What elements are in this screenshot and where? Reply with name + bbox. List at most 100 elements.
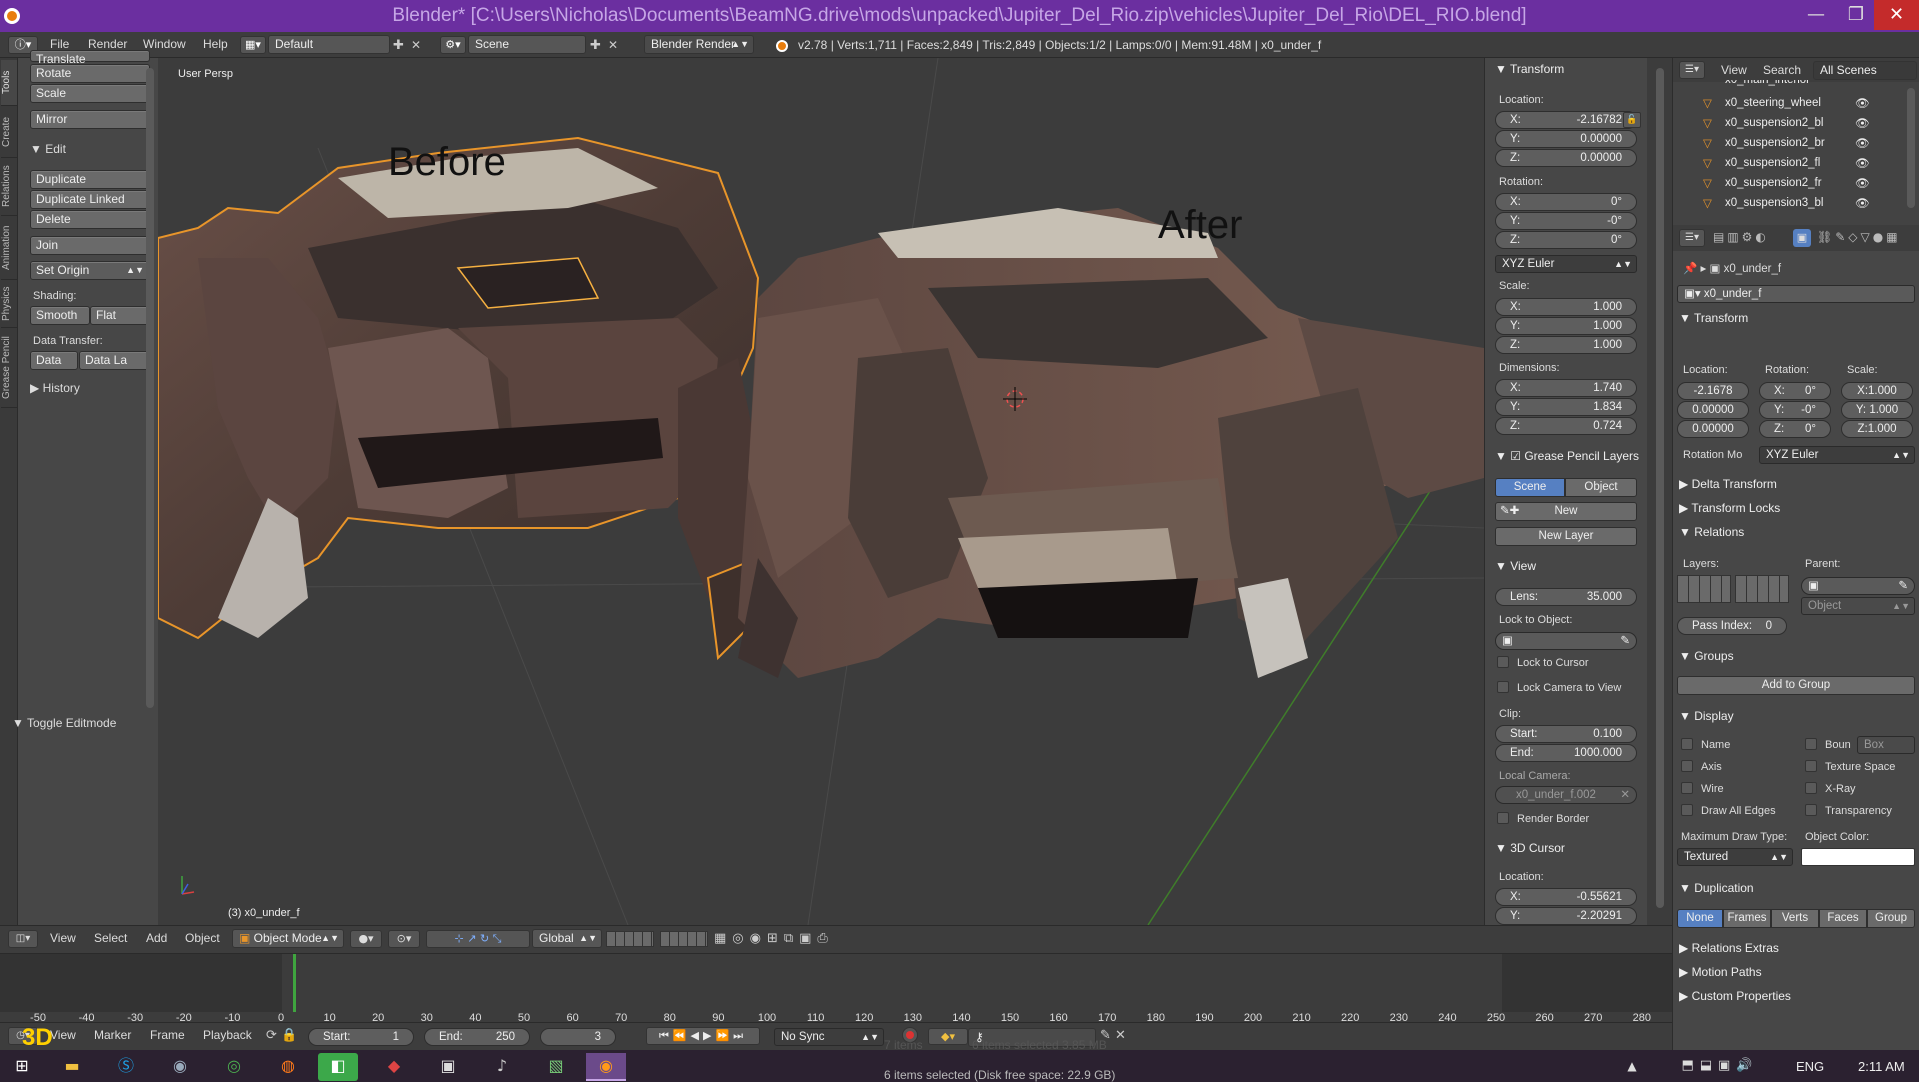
props-rot-x[interactable]: X: 0° — [1759, 382, 1831, 400]
rotation-mode-select[interactable]: XYZ Euler ▲▼ — [1495, 255, 1637, 273]
toggle-editmode-header[interactable]: ▼ Toggle Editmode — [12, 716, 116, 730]
view-panel-header[interactable]: ▼ View — [1495, 559, 1536, 573]
tab-physics[interactable]: Physics — [1, 280, 17, 328]
viewport-shading-icon[interactable]: ●▾ — [350, 930, 382, 948]
history-panel-header[interactable]: ▶ History — [30, 381, 80, 395]
scale-x-field[interactable]: X: 1.000 — [1495, 298, 1637, 316]
outliner-menu-view[interactable]: View — [1721, 63, 1747, 77]
smooth-button[interactable]: Smooth — [30, 306, 90, 325]
outliner-row[interactable]: ▽ x0_steering_wheel 👁 — [1673, 94, 1905, 113]
lock-to-object-field[interactable]: ▣ ✎ — [1495, 632, 1637, 650]
props-loc-x[interactable]: -2.1678 — [1677, 382, 1749, 400]
tab-relations[interactable]: Relations — [1, 158, 17, 216]
lock-to-cursor-checkbox[interactable] — [1497, 656, 1509, 668]
display-bounds-checkbox[interactable] — [1805, 738, 1817, 750]
eyedropper-icon[interactable]: ✎ — [1898, 578, 1908, 594]
dimension-x-field[interactable]: X: 1.740 — [1495, 379, 1637, 397]
sync-select[interactable]: No Sync ▲▼ — [774, 1028, 884, 1046]
mirror-button[interactable]: Mirror — [30, 110, 150, 129]
custom-properties-header[interactable]: ▶ Custom Properties — [1679, 989, 1791, 1003]
join-button[interactable]: Join — [30, 236, 150, 255]
menu-help[interactable]: Help — [203, 37, 228, 51]
bounds-type-select[interactable]: Box — [1857, 736, 1915, 754]
dup-verts-toggle[interactable]: Verts — [1771, 909, 1819, 928]
timeline-menu-playback[interactable]: Playback — [203, 1028, 252, 1042]
props-loc-y[interactable]: 0.00000 — [1677, 401, 1749, 419]
chrome-icon[interactable]: ◎ — [214, 1053, 254, 1081]
timeline[interactable]: -50 -40 -30 -20 -10 0 10 20 30 40 50 60 70 80 90 100 110… — [0, 953, 1672, 1032]
playback-controls[interactable]: ⏮⏪◀▶⏩⏭ — [646, 1027, 760, 1045]
render-border-checkbox[interactable] — [1497, 812, 1509, 824]
layer-buttons-b[interactable] — [660, 931, 708, 947]
current-frame-indicator[interactable] — [293, 954, 296, 1012]
timeline-menu-marker[interactable]: Marker — [94, 1028, 131, 1042]
lens-field[interactable]: Lens: 35.000 — [1495, 588, 1637, 606]
pass-index-field[interactable]: Pass Index: 0 — [1677, 617, 1787, 635]
minimize-button[interactable]: — — [1794, 0, 1838, 30]
gp-scene-toggle[interactable]: Scene — [1495, 478, 1565, 497]
eye-icon[interactable]: 👁 — [1855, 96, 1870, 110]
dup-frames-toggle[interactable]: Frames — [1723, 909, 1771, 928]
grease-pencil-layers-header[interactable]: ▼ ☑ Grease Pencil Layers — [1495, 449, 1639, 463]
tray-icons[interactable]: ⬒⬓▣🔊 — [1650, 1053, 1790, 1081]
manipulator-icons[interactable]: ⊹ ↗ ↻ ⤡ — [426, 930, 530, 948]
outliner-row[interactable]: ▽ x0_suspension2_fl 👁 — [1673, 154, 1905, 173]
dup-faces-toggle[interactable]: Faces — [1819, 909, 1867, 928]
set-origin-select[interactable]: Set Origin ▲▼ — [30, 261, 150, 280]
view3d-editor-icon[interactable]: ◫▾ — [8, 930, 38, 948]
data-transfer-button[interactable]: Data — [30, 351, 78, 370]
render-engine-select[interactable]: Blender Render ▲▼ — [644, 35, 754, 54]
lock-icon[interactable]: 🔓 — [1623, 112, 1641, 128]
texture-space-checkbox[interactable] — [1805, 760, 1817, 772]
add-scene-icon[interactable]: ✚ — [590, 38, 601, 53]
timeline-menu-view[interactable]: View — [50, 1028, 76, 1042]
maximize-button[interactable]: ❐ — [1834, 0, 1878, 30]
current-frame-field[interactable]: 3 — [540, 1028, 616, 1046]
props-rotation-mode-select[interactable]: XYZ Euler ▲▼ — [1759, 446, 1915, 464]
location-y-field[interactable]: Y: 0.00000 — [1495, 130, 1637, 148]
props-rot-z[interactable]: Z: 0° — [1759, 420, 1831, 438]
add-to-group-button[interactable]: Add to Group — [1677, 676, 1915, 695]
properties-context-icons[interactable]: ▤▥⚙◐ — [1713, 230, 1769, 244]
language-indicator[interactable]: ENG — [1796, 1059, 1824, 1074]
rotation-y-field[interactable]: Y: -0° — [1495, 212, 1637, 230]
motion-paths-header[interactable]: ▶ Motion Paths — [1679, 965, 1762, 979]
scene-field[interactable]: Scene — [468, 35, 586, 54]
props-transform-header[interactable]: ▼ Transform — [1679, 311, 1748, 325]
toolshelf-scrollbar[interactable] — [146, 68, 154, 708]
blender-taskbar-icon[interactable]: ◉ — [586, 1053, 626, 1081]
transform-locks-header[interactable]: ▶ Transform Locks — [1679, 501, 1780, 515]
start-frame-field[interactable]: Start: 1 — [308, 1028, 414, 1046]
cursor-y-field[interactable]: Y: -2.20291 — [1495, 907, 1637, 925]
tab-create[interactable]: Create — [1, 106, 17, 158]
duplication-header[interactable]: ▼ Duplication — [1679, 881, 1754, 895]
display-axis-checkbox[interactable] — [1681, 760, 1693, 772]
outliner-row[interactable]: ▽ x0_suspension2_bl 👁 — [1673, 114, 1905, 133]
outliner-editor-icon[interactable]: ☰▾ — [1679, 61, 1705, 79]
display-wire-checkbox[interactable] — [1681, 782, 1693, 794]
3d-cursor-panel-header[interactable]: ▼ 3D Cursor — [1495, 841, 1565, 855]
eye-icon[interactable]: 👁 — [1855, 116, 1870, 130]
media-icon[interactable]: ▣ — [428, 1053, 468, 1081]
timeline-menu-frame[interactable]: Frame — [150, 1028, 185, 1042]
layers-grid-b[interactable] — [1735, 575, 1789, 603]
add-layout-icon[interactable]: ✚ — [393, 38, 404, 53]
object-color-swatch[interactable] — [1801, 848, 1915, 866]
delete-button[interactable]: Delete — [30, 210, 150, 229]
app-icon[interactable]: ◧ — [318, 1053, 358, 1081]
xray-checkbox[interactable] — [1805, 782, 1817, 794]
view3d-menu-add[interactable]: Add — [146, 931, 167, 945]
relations-header[interactable]: ▼ Relations — [1679, 525, 1744, 539]
view3d-menu-select[interactable]: Select — [94, 931, 127, 945]
gp-new-button[interactable]: ✎✚ New — [1495, 502, 1637, 521]
display-header[interactable]: ▼ Display — [1679, 709, 1734, 723]
menu-render[interactable]: Render — [88, 37, 127, 51]
gp-new-layer-button[interactable]: New Layer — [1495, 527, 1637, 546]
local-camera-field[interactable]: x0_under_f.002 ✕ — [1495, 786, 1637, 804]
skype-icon[interactable]: Ⓢ — [106, 1053, 146, 1081]
file-explorer-icon[interactable]: ▬ — [52, 1053, 92, 1081]
location-x-field[interactable]: X: -2.16782 — [1495, 111, 1637, 129]
layer-buttons[interactable] — [606, 931, 654, 947]
clip-end-field[interactable]: End: 1000.000 — [1495, 744, 1637, 762]
dup-group-toggle[interactable]: Group — [1867, 909, 1915, 928]
